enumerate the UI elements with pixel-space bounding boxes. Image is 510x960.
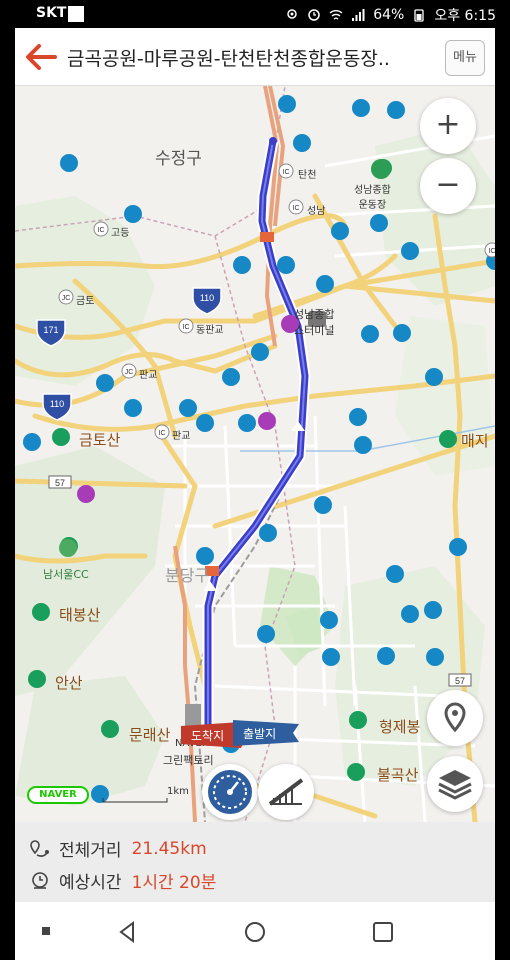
route-distance-icon xyxy=(30,839,49,857)
svg-text:57: 57 xyxy=(455,676,465,686)
route-start-dot xyxy=(269,137,277,145)
signal-icon xyxy=(352,9,365,21)
back-nav-icon[interactable] xyxy=(115,920,139,944)
app-bar: 금곡공원-마루공원-탄천탄천종합운동장.. 메뉴 xyxy=(15,28,495,86)
golf-icon xyxy=(59,539,77,557)
pangyo-ic-label: 판교 xyxy=(172,431,191,442)
svg-text:JC: JC xyxy=(125,369,134,376)
stadium-icon xyxy=(371,159,391,179)
status-icons: 64% 오후 6:15 xyxy=(285,5,496,25)
dongpangyo-label: 동판교 xyxy=(196,325,224,336)
carrier-label: SKT xyxy=(36,5,67,21)
svg-text:171: 171 xyxy=(43,325,58,335)
location-icon xyxy=(287,9,297,19)
speedometer-button[interactable] xyxy=(202,764,258,820)
svg-text:57: 57 xyxy=(55,478,65,488)
menu-button[interactable]: 메뉴 xyxy=(445,40,485,76)
notification-icon xyxy=(68,6,84,22)
clock: 오후 6:15 xyxy=(434,8,496,24)
road-marker-57b: 57 xyxy=(448,673,472,687)
scale-bar xyxy=(102,798,168,803)
battery-percent: 64% xyxy=(373,7,405,23)
recents-dot-icon[interactable] xyxy=(39,920,53,942)
taebong-mountain-label: 태봉산 xyxy=(59,606,101,624)
highway-shield-110: 110 xyxy=(192,287,222,315)
godeung-label: 고등 xyxy=(111,228,130,239)
status-bar: SKT 64% 오후 6:15 xyxy=(0,0,510,28)
sports-complex-label: 성남종합 운동장 xyxy=(354,185,391,211)
highway-shield-110b: 110 xyxy=(42,393,72,421)
svg-text:IC: IC xyxy=(183,324,190,331)
geumto-jc-label: 금토 xyxy=(76,296,95,307)
back-arrow-icon xyxy=(26,44,57,70)
seongnam-label: 성남 xyxy=(307,206,326,217)
svg-text:IC: IC xyxy=(159,430,166,437)
svg-text:JC: JC xyxy=(62,295,71,302)
svg-text:110: 110 xyxy=(50,399,64,409)
distance-row: 전체거리 21.45km xyxy=(29,836,207,861)
subway-marker xyxy=(260,232,274,242)
zoom-in-button[interactable]: + xyxy=(420,98,476,154)
elevation-button[interactable] xyxy=(258,764,314,820)
layers-icon xyxy=(438,770,472,800)
geumto-mountain-label: 금토산 xyxy=(79,431,121,449)
distance-label: 전체거리 xyxy=(59,841,122,861)
elevation-icon xyxy=(268,778,304,806)
time-row: 예상시간 1시간 20분 xyxy=(29,868,216,893)
location-button[interactable] xyxy=(427,690,483,746)
svg-text:IC: IC xyxy=(489,248,496,255)
location-pin-icon xyxy=(444,702,466,733)
bulgok-mountain-label: 불곡산 xyxy=(377,766,419,784)
naver-logo: NAVER xyxy=(27,786,89,804)
svg-text:IC: IC xyxy=(293,205,300,212)
zoom-out-button[interactable]: − xyxy=(420,158,476,214)
wifi-icon xyxy=(329,10,343,20)
route-summary: 전체거리 21.45km 예상시간 1시간 20분 xyxy=(15,822,495,902)
svg-text:IC: IC xyxy=(98,227,105,234)
alarm-icon xyxy=(308,9,320,21)
route-title: 금곡공원-마루공원-탄천탄천종합운동장.. xyxy=(67,48,390,70)
departure-flag: 출발지 xyxy=(233,720,299,746)
back-button[interactable] xyxy=(21,40,61,74)
clock-pin-icon xyxy=(32,871,48,889)
map-view[interactable]: 110 171 110 57 57 IC IC IC JC IC JC IC I… xyxy=(15,86,495,822)
arrival-flag-label: 도착지 xyxy=(191,729,225,743)
scale-label: 1km xyxy=(167,786,189,797)
departure-flag-label: 출발지 xyxy=(243,727,277,741)
tancheon-label: 탄천 xyxy=(298,170,317,181)
golf-label: 남서울CC xyxy=(43,568,89,581)
an-mountain-label: 안산 xyxy=(55,674,83,692)
home-nav-icon[interactable] xyxy=(243,920,267,944)
maeji-mountain-label: 매지 xyxy=(461,432,489,450)
munrae-mountain-label: 문래산 xyxy=(129,726,171,744)
overview-nav-icon[interactable] xyxy=(371,920,395,944)
svg-text:110: 110 xyxy=(200,293,214,303)
svg-text:IC: IC xyxy=(283,169,290,176)
battery-icon xyxy=(414,9,424,22)
layers-button[interactable] xyxy=(427,756,483,812)
distance-value: 21.45km xyxy=(131,838,207,859)
system-nav-bar xyxy=(15,902,495,960)
speedometer-icon xyxy=(208,770,252,814)
road-marker-57: 57 xyxy=(48,475,72,489)
district-label: 수정구 xyxy=(155,149,202,169)
pangyo-jc-label: 판교 xyxy=(139,370,158,381)
terminal-label: 성남종합 스터미널 xyxy=(294,308,335,337)
hyeongje-mountain-label: 형제봉 xyxy=(379,718,421,736)
bundang-label: 분당구 xyxy=(165,566,210,585)
time-value: 1시간 20분 xyxy=(131,873,217,893)
time-label: 예상시간 xyxy=(59,873,122,893)
